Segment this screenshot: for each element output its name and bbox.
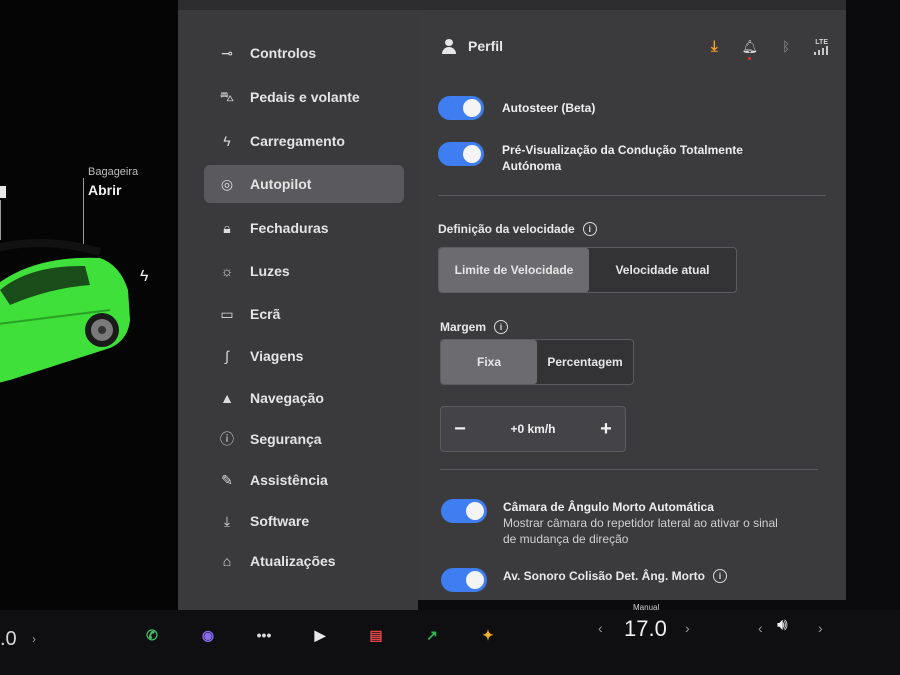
sidebar-item-label: Assistência [250, 472, 328, 488]
calendar-app-icon[interactable]: ▤ [363, 622, 389, 648]
sidebar-item-carregamento[interactable]: ϟ Carregamento [204, 122, 404, 160]
sidebar-item-viagens[interactable]: ∫ Viagens [204, 337, 404, 375]
wrench-icon: ✎ [221, 471, 233, 488]
sidebar-item-atualiza-es[interactable]: ⌂ Atualizações [204, 542, 404, 580]
trunk-open-button[interactable]: Abrir [88, 182, 121, 198]
sidebar-item-seguran-a[interactable]: ⓘ Segurança [204, 420, 404, 458]
info-icon[interactable]: i [494, 320, 509, 334]
sidebar-item-label: Ecrã [250, 306, 281, 322]
cabin-temperature[interactable]: 17.0 [624, 616, 667, 642]
navigation-icon: ▲ [220, 390, 234, 406]
speed-definition-selector: Limite de Velocidade Velocidade atual [438, 247, 737, 293]
sidebar-item-label: Controlos [250, 45, 317, 61]
sidebar-item-label: Luzes [250, 263, 290, 279]
autosteer-toggle[interactable] [438, 96, 484, 120]
taskbar [0, 610, 900, 675]
toybox-app-icon[interactable]: ✦ [475, 622, 501, 648]
steering-wheel-icon: ◎ [220, 175, 234, 192]
driver-temperature[interactable]: .0 [0, 628, 17, 651]
profile-icon [442, 39, 456, 54]
lte-signal-icon: LTE [814, 39, 828, 55]
margin-label: Margem i [440, 320, 509, 334]
lock-icon: 🔒︎ [223, 219, 231, 236]
sidebar-item-pedais-e-volante[interactable]: ⛍ Pedais e volante [204, 78, 404, 116]
camera-app-icon[interactable]: ◉ [195, 622, 221, 648]
safety-icon: ⓘ [220, 431, 234, 447]
energy-app-icon[interactable]: ↗ [419, 622, 445, 648]
display-icon: ▭ [220, 305, 234, 322]
autopilot-settings-panel: Perfil ⤓ 🔔︎ ᛒ LTE Autosteer (Beta) Pré-V… [418, 10, 846, 600]
bolt-icon: ϟ [223, 133, 231, 149]
chevron-right-icon[interactable]: › [32, 632, 36, 646]
sidebar-item-label: Segurança [250, 431, 322, 447]
trips-icon: ∫ [225, 348, 229, 364]
download-icon[interactable]: ⤓ [711, 38, 718, 55]
profile-button[interactable]: Perfil [442, 38, 503, 54]
info-icon[interactable]: i [713, 569, 727, 583]
collision-chime-label: Av. Sonoro Colisão Det. Âng. Morto i [503, 569, 727, 583]
sidebar-item-software[interactable]: ⤓ Software [204, 502, 404, 540]
car-model-image [0, 238, 130, 383]
sidebar-item-label: Navegação [250, 390, 324, 406]
margin-selector: Fixa Percentagem [440, 339, 634, 385]
blindspot-camera-toggle[interactable] [441, 499, 487, 523]
volume-icon[interactable]: 🔊︎ [777, 615, 788, 635]
speed-offset-stepper: − +0 km/h + [440, 406, 626, 452]
blindspot-camera-description: Mostrar câmara do repetidor lateral ao a… [503, 516, 778, 546]
bluetooth-icon[interactable]: ᛒ [782, 39, 790, 54]
sidebar-item-luzes[interactable]: ☼ Luzes [204, 252, 404, 290]
sidebar-item-label: Autopilot [250, 176, 312, 192]
decrease-button[interactable]: − [451, 418, 469, 441]
fsd-preview-label: Pré-Visualização da Condução Totalmente … [502, 143, 743, 173]
info-icon[interactable]: i [582, 222, 597, 236]
speed-definition-label: Definição da velocidade i [438, 222, 597, 236]
collision-chime-toggle[interactable] [441, 568, 487, 592]
fsd-preview-toggle[interactable] [438, 142, 484, 166]
sidebar-item-label: Pedais e volante [250, 89, 360, 105]
light-icon: ☼ [220, 263, 234, 279]
speed-limit-option[interactable]: Limite de Velocidade [439, 248, 589, 292]
sidebar-item-label: Carregamento [250, 133, 345, 149]
toggle-icon: ⊸ [221, 44, 233, 61]
sidebar-item-label: Atualizações [250, 553, 336, 569]
car-visualization: Bagageira Abrir ϟ [0, 0, 178, 610]
sidebar-item-navega-o[interactable]: ▲ Navegação [204, 379, 404, 417]
frunk-marker [0, 186, 6, 198]
increase-button[interactable]: + [597, 418, 615, 441]
sidebar-item-ecr-[interactable]: ▭ Ecrã [204, 295, 404, 333]
sidebar-item-label: Fechaduras [250, 220, 329, 236]
volume-down-chevron-icon[interactable]: ‹ [758, 620, 763, 636]
temp-up-chevron-icon[interactable]: › [685, 620, 690, 636]
speed-offset-value: +0 km/h [510, 422, 556, 436]
top-map-strip [178, 0, 846, 10]
sidebar-item-label: Software [250, 513, 310, 529]
car-icon: ⛍ [219, 87, 235, 104]
sidebar-item-controlos[interactable]: ⊸ Controlos [204, 34, 404, 72]
current-speed-option[interactable]: Velocidade atual [589, 248, 736, 292]
divider [438, 195, 826, 196]
theater-app-icon[interactable]: ▶ [307, 622, 333, 648]
blindspot-camera-label: Câmara de Ângulo Morto Automática [503, 500, 714, 514]
download-icon: ⤓ [223, 512, 231, 529]
update-lock-icon: ⌂ [222, 553, 232, 569]
divider [440, 469, 818, 470]
phone-app-icon[interactable]: ✆ [139, 622, 165, 648]
notification-bell-icon[interactable]: 🔔︎ [742, 39, 758, 60]
volume-up-chevron-icon[interactable]: › [818, 620, 823, 636]
percentage-option[interactable]: Percentagem [537, 340, 633, 384]
charge-port-icon[interactable]: ϟ [140, 268, 148, 286]
settings-sidebar: ⊸ Controlos ⛍ Pedais e volante ϟ Carregamento… [178, 10, 418, 610]
sidebar-item-autopilot[interactable]: ◎ Autopilot [204, 165, 404, 203]
sidebar-item-fechaduras[interactable]: 🔒︎ Fechaduras [204, 209, 404, 247]
status-icons: ⤓ 🔔︎ ᛒ LTE [711, 38, 828, 60]
profile-label: Perfil [468, 38, 504, 54]
temp-down-chevron-icon[interactable]: ‹ [598, 620, 603, 636]
trunk-label: Bagageira [88, 166, 139, 178]
fixed-option[interactable]: Fixa [441, 340, 537, 384]
climate-mode-label: Manual [633, 603, 660, 612]
sidebar-item-assist-ncia[interactable]: ✎ Assistência [204, 461, 404, 499]
sidebar-item-label: Viagens [250, 348, 304, 364]
autosteer-label: Autosteer (Beta) [502, 101, 596, 115]
more-apps-icon[interactable]: ••• [251, 622, 277, 648]
